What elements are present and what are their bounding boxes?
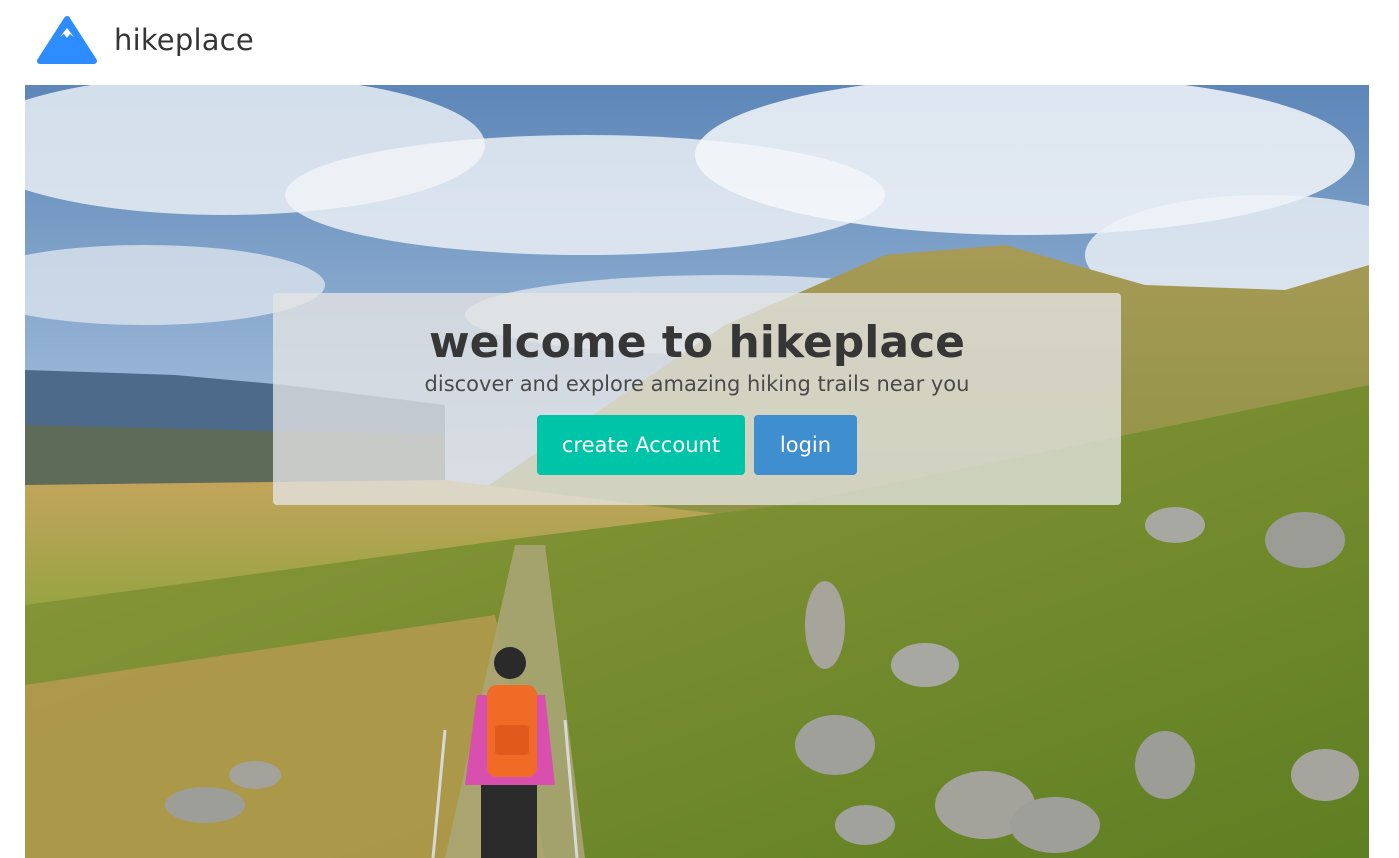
brand-name: hikeplace [114,23,254,57]
welcome-card: welcome to hikeplace discover and explor… [273,293,1121,505]
login-button[interactable]: login [754,415,857,475]
create-account-button[interactable]: create Account [537,415,745,475]
hero-section: welcome to hikeplace discover and explor… [25,85,1369,858]
hero-button-row: create Account login [273,415,1121,475]
mountain-triangle-icon [37,16,97,64]
navbar: hikeplace [0,0,1399,85]
brand-link[interactable]: hikeplace [36,15,254,65]
hero-title: welcome to hikeplace [429,317,965,368]
hero-subtitle: discover and explore amazing hiking trai… [424,372,970,396]
